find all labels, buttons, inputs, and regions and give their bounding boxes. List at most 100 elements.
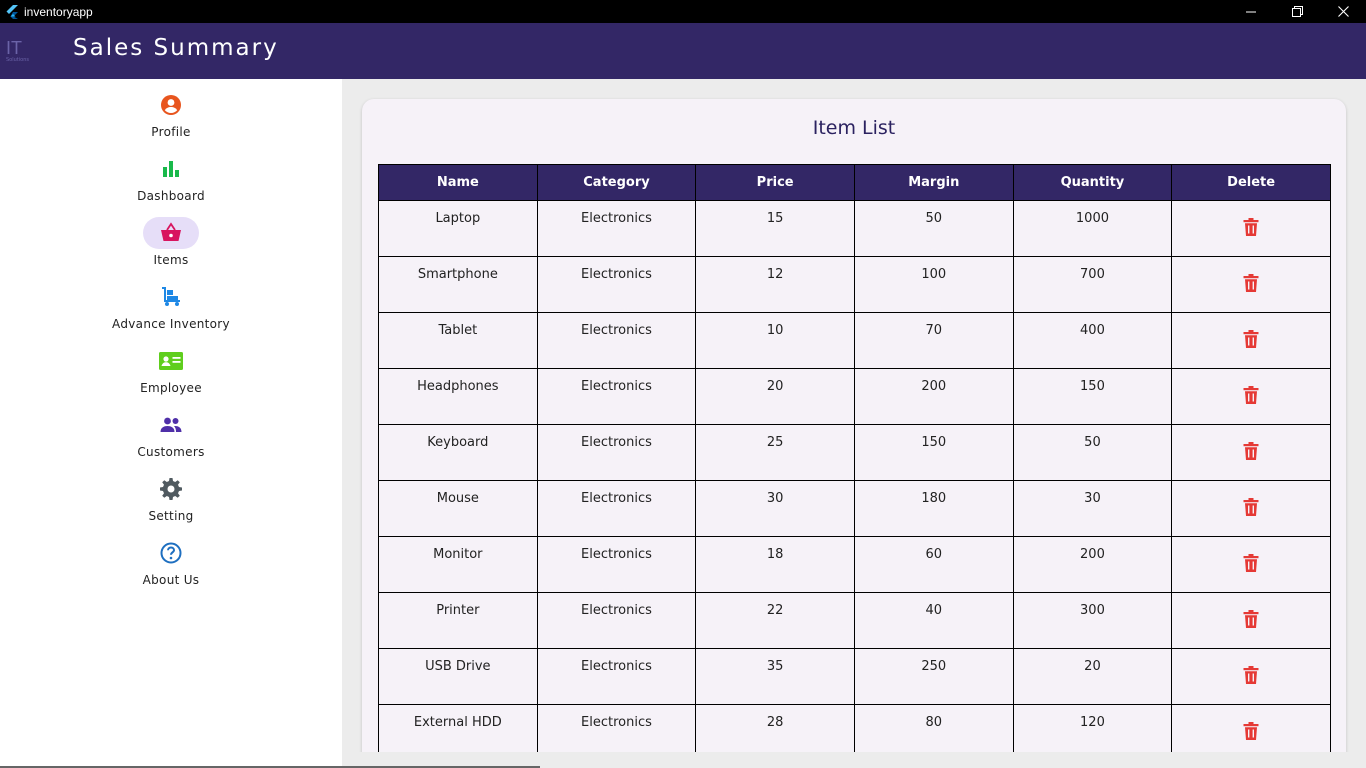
- sidebar-item-items[interactable]: Items: [0, 217, 342, 281]
- logo-text: IT: [6, 38, 22, 58]
- sidebar-item-label: Advance Inventory: [112, 317, 230, 331]
- trash-icon[interactable]: [1243, 665, 1259, 688]
- cell-margin: 250: [853, 648, 1014, 705]
- help-circle-icon: [143, 537, 199, 569]
- cell-quantity: 20: [1012, 648, 1173, 705]
- cell-name: Monitor: [378, 536, 538, 593]
- app-header: IT Solutions Sales Summary: [0, 23, 1366, 79]
- cell-quantity: 700: [1012, 256, 1173, 313]
- cell-margin: 70: [853, 312, 1014, 369]
- sidebar-item-setting[interactable]: Setting: [0, 473, 342, 537]
- flutter-logo-icon: [4, 4, 20, 20]
- table-row: Monitor Electronics 18 60 200: [378, 536, 1331, 593]
- sidebar-item-advance-inventory[interactable]: Advance Inventory: [0, 281, 342, 345]
- cell-category: Electronics: [536, 312, 697, 369]
- cell-margin: 80: [853, 704, 1014, 752]
- trash-icon[interactable]: [1243, 553, 1259, 576]
- sidebar-item-label: About Us: [142, 573, 200, 587]
- cell-name: Tablet: [378, 312, 538, 369]
- people-icon: [143, 409, 199, 441]
- minimize-icon: [1246, 11, 1256, 12]
- cell-name: External HDD: [378, 704, 538, 752]
- cell-price: 18: [695, 536, 855, 593]
- main-content: Item List Name Category Price Margin Qua…: [342, 79, 1366, 752]
- contact-card-icon: [143, 345, 199, 377]
- shopping-basket-icon: [143, 217, 199, 249]
- trash-icon[interactable]: [1243, 329, 1259, 352]
- cell-margin: 180: [853, 480, 1014, 537]
- sidebar-item-dashboard[interactable]: Dashboard: [0, 153, 342, 217]
- cell-margin: 40: [853, 592, 1014, 649]
- account-circle-icon: [143, 89, 199, 121]
- trash-icon[interactable]: [1243, 273, 1259, 296]
- sidebar-item-employee[interactable]: Employee: [0, 345, 342, 409]
- cell-delete: [1171, 648, 1331, 705]
- cell-quantity: 150: [1012, 368, 1173, 425]
- cell-category: Electronics: [536, 592, 697, 649]
- column-header-margin: Margin: [853, 164, 1014, 201]
- table-row: External HDD Electronics 28 80 120: [378, 704, 1331, 752]
- table-row: Tablet Electronics 10 70 400: [378, 312, 1331, 369]
- items-table: Name Category Price Margin Quantity Dele…: [378, 164, 1331, 752]
- cell-category: Electronics: [536, 648, 697, 705]
- column-header-name: Name: [378, 164, 538, 201]
- cell-price: 12: [695, 256, 855, 313]
- table-row: Keyboard Electronics 25 150 50: [378, 424, 1331, 481]
- cell-category: Electronics: [536, 424, 697, 481]
- cell-margin: 50: [853, 200, 1014, 257]
- cell-quantity: 200: [1012, 536, 1173, 593]
- trash-icon[interactable]: [1243, 497, 1259, 520]
- cell-category: Electronics: [536, 200, 697, 257]
- cell-name: Printer: [378, 592, 538, 649]
- column-header-price: Price: [695, 164, 855, 201]
- cell-delete: [1171, 536, 1331, 593]
- cell-name: USB Drive: [378, 648, 538, 705]
- sidebar-item-customers[interactable]: Customers: [0, 409, 342, 473]
- table-row: USB Drive Electronics 35 250 20: [378, 648, 1331, 705]
- column-header-category: Category: [536, 164, 697, 201]
- table-row: Mouse Electronics 30 180 30: [378, 480, 1331, 537]
- bar-chart-icon: [143, 153, 199, 185]
- gear-icon: [143, 473, 199, 505]
- cell-quantity: 50: [1012, 424, 1173, 481]
- minimize-button[interactable]: [1228, 0, 1274, 23]
- window-title: inventoryapp: [24, 4, 93, 19]
- cell-name: Smartphone: [378, 256, 538, 313]
- trash-icon[interactable]: [1243, 609, 1259, 632]
- sidebar-item-profile[interactable]: Profile: [0, 89, 342, 153]
- trash-icon[interactable]: [1243, 385, 1259, 408]
- cell-price: 20: [695, 368, 855, 425]
- sidebar-item-about-us[interactable]: About Us: [0, 537, 342, 601]
- cell-price: 15: [695, 200, 855, 257]
- cell-name: Mouse: [378, 480, 538, 537]
- table-header-row: Name Category Price Margin Quantity Dele…: [378, 164, 1331, 201]
- trash-icon[interactable]: [1243, 441, 1259, 464]
- restore-button[interactable]: [1274, 0, 1320, 23]
- trash-icon[interactable]: [1243, 217, 1259, 240]
- cell-price: 30: [695, 480, 855, 537]
- sidebar-item-label: Customers: [137, 445, 205, 459]
- cell-margin: 150: [853, 424, 1014, 481]
- cell-price: 22: [695, 592, 855, 649]
- sidebar-nav: Profile Dashboard Items Advance Inventor…: [0, 79, 342, 768]
- cell-category: Electronics: [536, 368, 697, 425]
- close-button[interactable]: [1320, 0, 1366, 23]
- trash-icon[interactable]: [1243, 721, 1259, 744]
- cell-category: Electronics: [536, 536, 697, 593]
- column-header-quantity: Quantity: [1012, 164, 1173, 201]
- cell-name: Laptop: [378, 200, 538, 257]
- sidebar-item-label: Employee: [140, 381, 202, 395]
- sidebar-item-label: Dashboard: [137, 189, 205, 203]
- cell-price: 25: [695, 424, 855, 481]
- table-row: Printer Electronics 22 40 300: [378, 592, 1331, 649]
- restore-icon: [1291, 6, 1303, 17]
- logo-subtext: Solutions: [6, 57, 29, 63]
- column-header-delete: Delete: [1171, 164, 1331, 201]
- cell-quantity: 1000: [1012, 200, 1173, 257]
- cell-delete: [1171, 200, 1331, 257]
- cell-delete: [1171, 424, 1331, 481]
- cell-margin: 60: [853, 536, 1014, 593]
- cell-name: Headphones: [378, 368, 538, 425]
- cell-price: 35: [695, 648, 855, 705]
- cell-category: Electronics: [536, 256, 697, 313]
